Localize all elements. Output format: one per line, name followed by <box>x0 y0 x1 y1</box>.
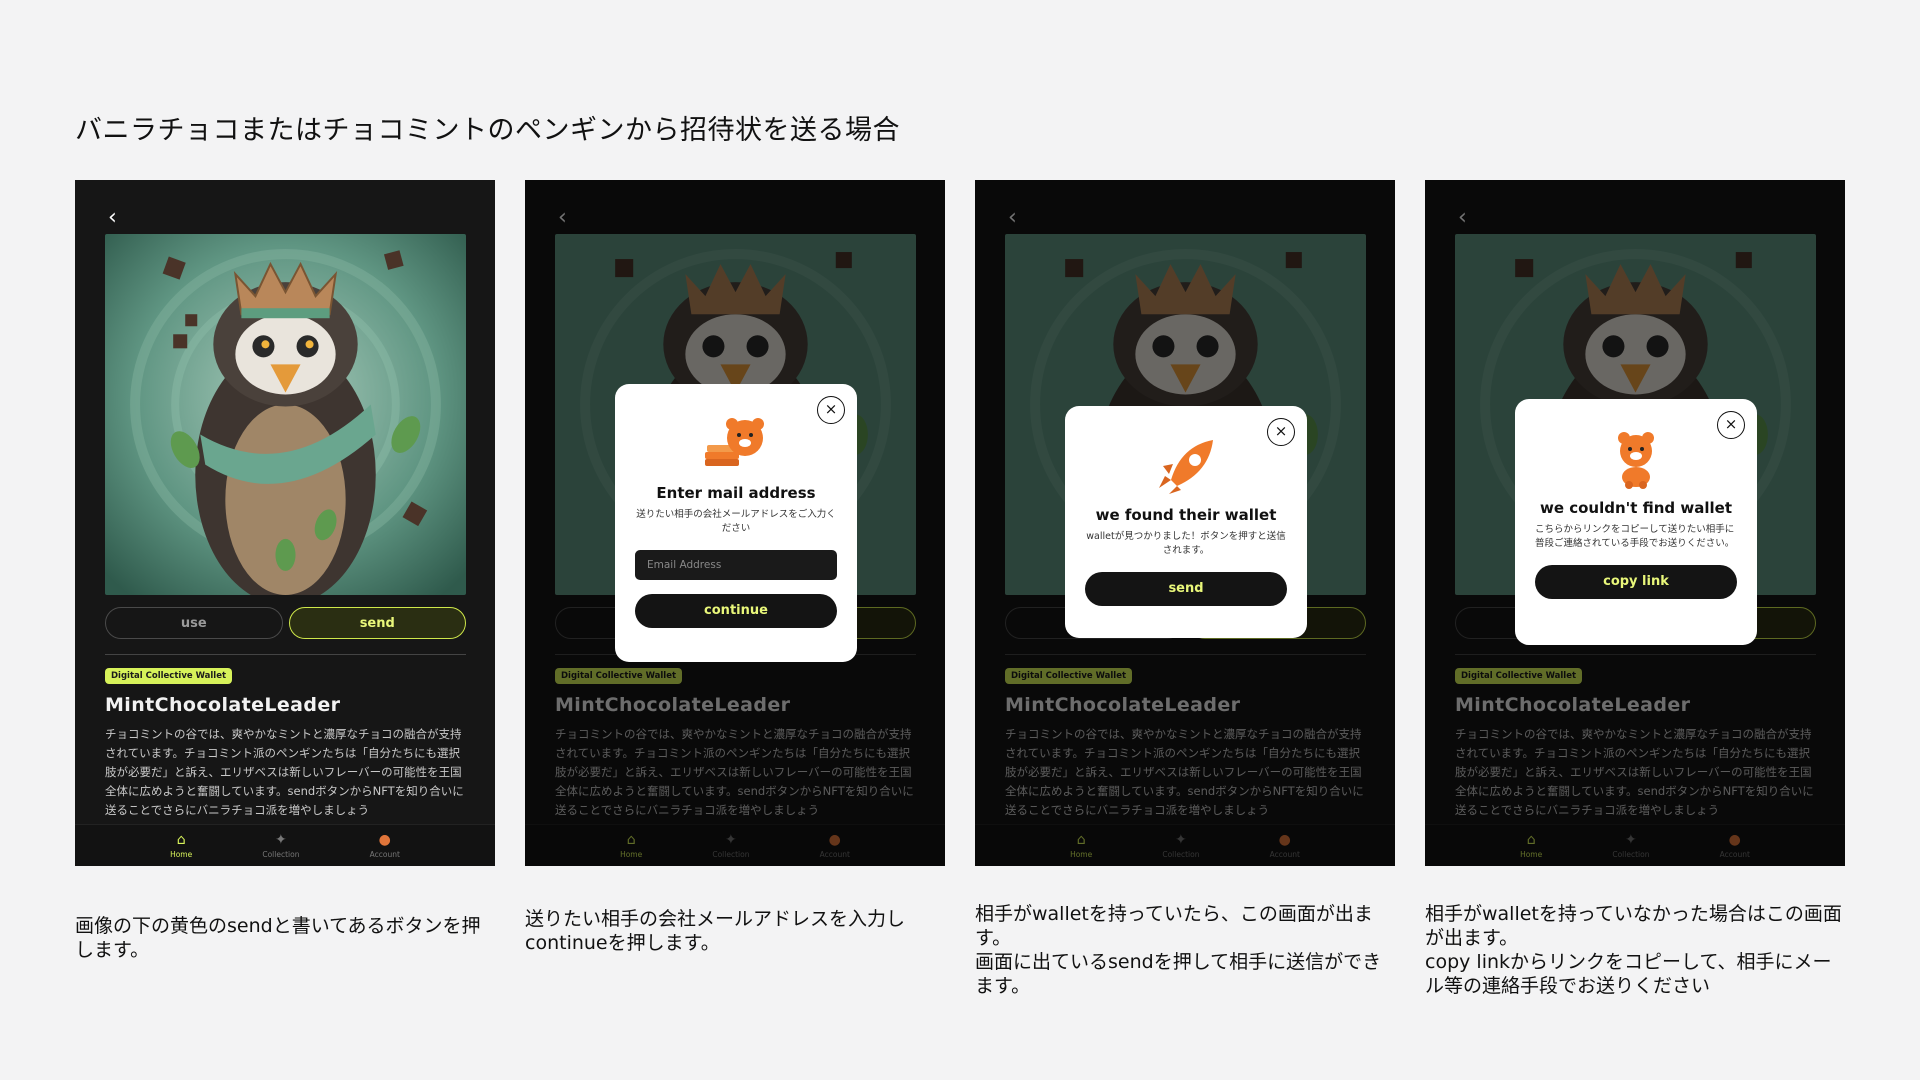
tab-home[interactable]: ⌂ Home <box>1520 832 1542 859</box>
phone-screen-4: ‹ use send Digital Collective Wallet Min… <box>1425 180 1845 866</box>
tab-collection[interactable]: ✦ Collection <box>712 832 749 859</box>
send-button[interactable]: send <box>288 607 466 639</box>
tab-home[interactable]: ⌂ Home <box>1070 832 1092 859</box>
tab-label: Home <box>620 850 643 859</box>
nft-artwork <box>105 234 466 595</box>
tab-home[interactable]: ⌂ Home <box>620 832 642 859</box>
send-button[interactable]: send <box>1085 572 1287 606</box>
avatar-icon: ● <box>828 832 841 848</box>
sparkle-icon: ✦ <box>1625 832 1637 848</box>
nft-title: MintChocolateLeader <box>105 694 341 716</box>
home-icon: ⌂ <box>1076 832 1086 848</box>
mail-modal: × Enter mail address 送りたい相手の会社メールアドレスをご入… <box>615 384 857 662</box>
tab-label: Collection <box>712 850 750 859</box>
use-button[interactable]: use <box>105 607 283 639</box>
modal-subtitle: 送りたい相手の会社メールアドレスをご入力ください <box>636 509 836 534</box>
chevron-left-icon[interactable]: ‹ <box>1458 205 1474 231</box>
tab-account[interactable]: ● Account <box>370 832 400 859</box>
tab-account[interactable]: ● Account <box>1720 832 1750 859</box>
copy-link-button[interactable]: copy link <box>1535 565 1737 599</box>
divider <box>105 654 466 655</box>
modal-subtitle: walletが見つかりました！ボタンを押すと送信されます。 <box>1086 531 1286 556</box>
nft-description: チョコミントの谷では、爽やかなミントと濃厚なチョコの融合が支持されています。チョ… <box>1005 727 1364 817</box>
modal-title: we couldn't find wallet <box>1539 499 1733 517</box>
sparkle-icon: ✦ <box>275 832 287 848</box>
modal-subtitle: こちらからリンクをコピーして送りたい相手に 普段ご連絡されている手段でお送りくだ… <box>1535 524 1735 549</box>
nft-title: MintChocolateLeader <box>555 694 791 716</box>
divider <box>1455 654 1816 655</box>
phone-screen-2: ‹ use send Digital Collective Wallet Min… <box>525 180 945 866</box>
tab-label: Home <box>1070 850 1093 859</box>
tab-label: Collection <box>1162 850 1200 859</box>
wallet-found-modal: × we found their wallet walletが見つかりました！ボ… <box>1065 406 1307 638</box>
nft-title: MintChocolateLeader <box>1005 694 1241 716</box>
caption-step-1: 画像の下の黄色のsendと書いてあるボタンを押します。 <box>75 915 481 961</box>
tab-collection[interactable]: ✦ Collection <box>262 832 299 859</box>
tab-label: Account <box>1269 850 1300 859</box>
nft-description: チョコミントの谷では、爽やかなミントと濃厚なチョコの融合が支持されています。チョ… <box>1455 727 1814 817</box>
phone-screen-3: ‹ use send Digital Collective Wallet Min… <box>975 180 1395 866</box>
close-icon[interactable]: × <box>817 396 845 424</box>
tab-label: Collection <box>1612 850 1650 859</box>
nft-description: チョコミントの谷では、爽やかなミントと濃厚なチョコの融合が支持されています。チョ… <box>105 727 464 817</box>
close-icon[interactable]: × <box>1717 411 1745 439</box>
tab-label: Home <box>170 850 193 859</box>
bottom-tab-bar: ⌂ Home ✦ Collection ● Account <box>975 824 1395 866</box>
home-icon: ⌂ <box>626 832 636 848</box>
action-buttons: use send <box>105 607 466 639</box>
nft-description: チョコミントの谷では、爽やかなミントと濃厚なチョコの融合が支持されています。チョ… <box>555 727 914 817</box>
bear-icon <box>1601 429 1671 489</box>
sparkle-icon: ✦ <box>1175 832 1187 848</box>
rocket-icon <box>1151 436 1221 496</box>
home-icon: ⌂ <box>1526 832 1536 848</box>
tab-account[interactable]: ● Account <box>820 832 850 859</box>
tab-label: Account <box>369 850 400 859</box>
home-icon: ⌂ <box>176 832 186 848</box>
caption-step-4: 相手がwalletを持っていなかった場合はこの画面が出ます。 copy link… <box>1425 903 1842 997</box>
tab-label: Account <box>1719 850 1750 859</box>
sparkle-icon: ✦ <box>725 832 737 848</box>
chevron-left-icon[interactable]: ‹ <box>1008 205 1024 231</box>
tab-label: Home <box>1520 850 1543 859</box>
caption-step-3: 相手がwalletを持っていたら、この画面が出ます。 画面に出ているsendを押… <box>975 903 1382 997</box>
collection-badge: Digital Collective Wallet <box>1455 668 1583 684</box>
page-title: バニラチョコまたはチョコミントのペンギンから招待状を送る場合 <box>75 115 900 146</box>
tab-collection[interactable]: ✦ Collection <box>1612 832 1649 859</box>
phone-screen-1: ‹ use send Digital Collective Wallet Min… <box>75 180 495 866</box>
close-icon[interactable]: × <box>1267 418 1295 446</box>
bear-with-cards-icon <box>701 414 771 474</box>
avatar-icon: ● <box>378 832 391 848</box>
modal-title: we found their wallet <box>1095 506 1277 524</box>
caption-step-2: 送りたい相手の会社メールアドレスを入力しcontinueを押します。 <box>525 908 906 954</box>
collection-badge: Digital Collective Wallet <box>1005 668 1133 684</box>
tab-account[interactable]: ● Account <box>1270 832 1300 859</box>
chevron-left-icon[interactable]: ‹ <box>558 205 574 231</box>
wallet-not-found-modal: × we couldn't find wallet こちらからリンクをコピーして… <box>1515 399 1757 645</box>
chevron-left-icon[interactable]: ‹ <box>108 205 124 231</box>
bottom-tab-bar: ⌂ Home ✦ Collection ● Account <box>75 824 495 866</box>
tab-label: Collection <box>262 850 300 859</box>
email-field[interactable]: Email Address <box>635 550 837 580</box>
collection-badge: Digital Collective Wallet <box>105 668 233 684</box>
tab-home[interactable]: ⌂ Home <box>170 832 192 859</box>
avatar-icon: ● <box>1278 832 1291 848</box>
collection-badge: Digital Collective Wallet <box>555 668 683 684</box>
bottom-tab-bar: ⌂ Home ✦ Collection ● Account <box>525 824 945 866</box>
tab-collection[interactable]: ✦ Collection <box>1162 832 1199 859</box>
continue-button[interactable]: continue <box>635 594 837 628</box>
modal-title: Enter mail address <box>656 484 816 502</box>
nft-title: MintChocolateLeader <box>1455 694 1691 716</box>
tab-label: Account <box>819 850 850 859</box>
divider <box>1005 654 1366 655</box>
avatar-icon: ● <box>1728 832 1741 848</box>
bottom-tab-bar: ⌂ Home ✦ Collection ● Account <box>1425 824 1845 866</box>
